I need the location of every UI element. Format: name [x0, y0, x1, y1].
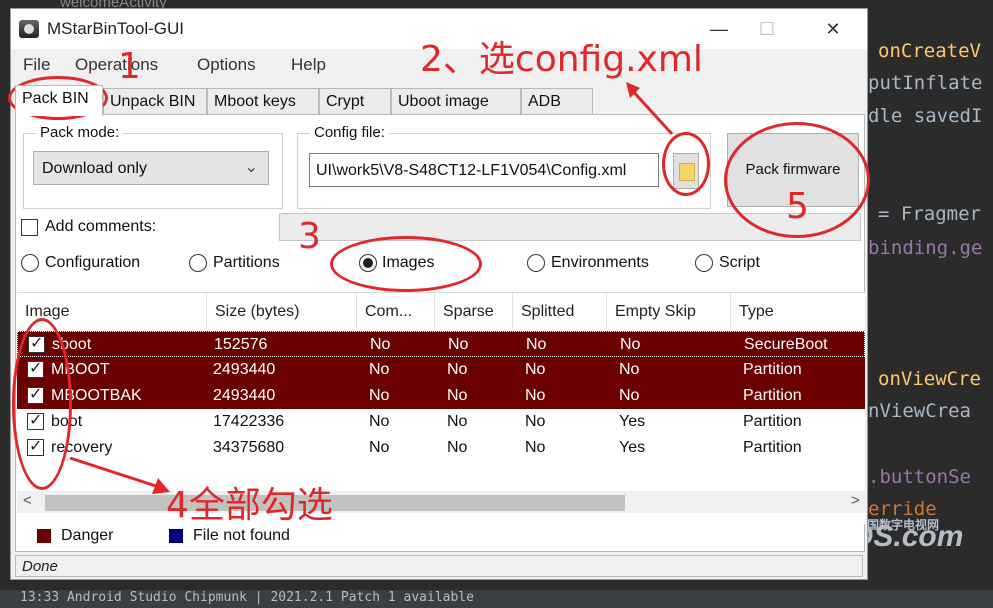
table-row[interactable]: MBOOT 2493440 No No No No Partition	[17, 357, 865, 383]
add-comments-checkbox[interactable]	[21, 219, 38, 236]
minimize-button[interactable]: —	[699, 15, 739, 43]
file-not-found-legend-label: File not found	[193, 527, 290, 544]
config-file-label: Config file:	[310, 124, 389, 141]
ide-code-line: binding.ge	[868, 237, 983, 259]
radio-script-label: Script	[719, 254, 760, 271]
cell-type: Partition	[743, 387, 802, 404]
ide-code-line: = Fragmer	[878, 203, 981, 225]
ide-code-line: onCreateV	[878, 40, 981, 62]
cell-sparse: No	[447, 387, 468, 404]
danger-legend-label: Danger	[61, 527, 114, 544]
cell-splitted: No	[525, 361, 546, 378]
add-comments-label: Add comments:	[45, 218, 157, 235]
config-file-input[interactable]: UI\work5\V8-S48CT12-LF1V054\Config.xml	[309, 153, 659, 187]
window-title: MStarBinTool-GUI	[47, 19, 184, 38]
cell-empty-skip: No	[619, 387, 640, 404]
cell-sparse: No	[447, 413, 468, 430]
table-row[interactable]: MBOOTBAK 2493440 No No No No Partition	[17, 383, 865, 409]
column-header[interactable]: Sparse	[435, 293, 513, 329]
menu-help[interactable]: Help	[291, 55, 326, 75]
pack-mode-label: Pack mode:	[36, 124, 124, 141]
close-button[interactable]: ✕	[813, 15, 853, 43]
radio-partitions-label: Partitions	[213, 254, 280, 271]
cell-size: 2493440	[213, 361, 276, 378]
ide-code-line: nViewCrea	[868, 400, 971, 422]
column-header[interactable]: Empty Skip	[607, 293, 731, 329]
cell-empty-skip: No	[619, 361, 640, 378]
tab-uboot-image[interactable]: Uboot image	[391, 88, 521, 115]
danger-legend-swatch	[37, 529, 51, 543]
tab-adb[interactable]: ADB	[521, 88, 593, 115]
radio-script[interactable]	[695, 254, 713, 272]
column-header[interactable]: Type	[731, 293, 865, 329]
cell-compressed: No	[369, 439, 390, 456]
cell-size: 152576	[214, 336, 268, 353]
app-icon	[19, 20, 39, 38]
column-header[interactable]: Splitted	[513, 293, 607, 329]
cell-compressed: No	[369, 361, 390, 378]
tab-unpack-bin[interactable]: Unpack BIN	[103, 88, 207, 115]
cell-splitted: No	[526, 336, 547, 353]
pack-mode-select[interactable]: Download only ⌄	[33, 151, 269, 185]
cell-compressed: No	[369, 387, 390, 404]
annotation-step-1: 1	[118, 46, 141, 87]
cell-size: 17422336	[213, 413, 285, 430]
cell-type: Partition	[743, 361, 802, 378]
annotation-ring-folder	[662, 132, 710, 196]
chevron-down-icon: ⌄	[244, 159, 258, 176]
annotation-arrow-2	[626, 82, 674, 136]
radio-environments-label: Environments	[551, 254, 649, 271]
annotation-arrow-4	[69, 456, 170, 494]
radio-partitions[interactable]	[189, 254, 207, 272]
tab-crypt[interactable]: Crypt	[319, 88, 391, 115]
cell-type: Partition	[743, 413, 802, 430]
cell-splitted: No	[525, 387, 546, 404]
menu-operations[interactable]: Operations	[75, 55, 158, 75]
cell-compressed: No	[369, 413, 390, 430]
cell-type: Partition	[743, 439, 802, 456]
tab-pack-bin[interactable]: Pack BIN	[15, 85, 103, 116]
cell-splitted: No	[525, 413, 546, 430]
scroll-right-icon[interactable]: >	[851, 492, 860, 509]
cell-splitted: No	[525, 439, 546, 456]
menu-options[interactable]: Options	[197, 55, 256, 75]
cell-sparse: No	[447, 361, 468, 378]
tab-mboot-keys[interactable]: Mboot keys	[207, 88, 319, 115]
tab-bar: Pack BIN Unpack BIN Mboot keys Crypt Ubo…	[11, 85, 867, 116]
table-row[interactable]: boot 17422336 No No No Yes Partition	[17, 409, 865, 435]
maximize-button[interactable]: ☐	[747, 15, 787, 43]
annotation-step-3: 3	[298, 216, 321, 257]
column-header[interactable]: Com...	[357, 293, 435, 329]
annotation-step-5: 5	[786, 186, 809, 227]
ide-code-line: putInflate	[868, 72, 983, 94]
ide-code-line: .buttonSe	[868, 466, 971, 488]
file-not-found-legend-swatch	[169, 529, 183, 543]
annotation-ring-images	[330, 236, 482, 292]
menu-file[interactable]: File	[23, 55, 50, 75]
scroll-left-icon[interactable]: <	[23, 492, 32, 509]
ide-status-line: 13:33 Android Studio Chipmunk | 2021.2.1…	[0, 590, 993, 608]
radio-configuration[interactable]	[21, 254, 39, 272]
cell-empty-skip: Yes	[619, 413, 646, 430]
cell-sparse: No	[447, 439, 468, 456]
column-header[interactable]: Size (bytes)	[207, 293, 357, 329]
cell-compressed: No	[370, 336, 391, 353]
cell-empty-skip: Yes	[619, 439, 646, 456]
ide-code-line: dle savedI	[868, 105, 983, 127]
radio-environments[interactable]	[527, 254, 545, 272]
status-bar: Done	[15, 555, 863, 577]
cell-size: 34375680	[213, 439, 285, 456]
cell-type: SecureBoot	[744, 336, 828, 353]
cell-empty-skip: No	[620, 336, 641, 353]
cell-sparse: No	[448, 336, 469, 353]
ide-code-line: onViewCre	[878, 368, 981, 390]
table-row[interactable]: sboot 152576 No No No No SecureBoot	[17, 331, 865, 357]
annotation-ring-checkboxes	[12, 318, 72, 490]
annotation-step-4: 4全部勾选	[166, 485, 333, 526]
annotation-step-2: 2、选config.xml	[420, 39, 703, 80]
radio-configuration-label: Configuration	[45, 254, 141, 271]
cell-size: 2493440	[213, 387, 276, 404]
